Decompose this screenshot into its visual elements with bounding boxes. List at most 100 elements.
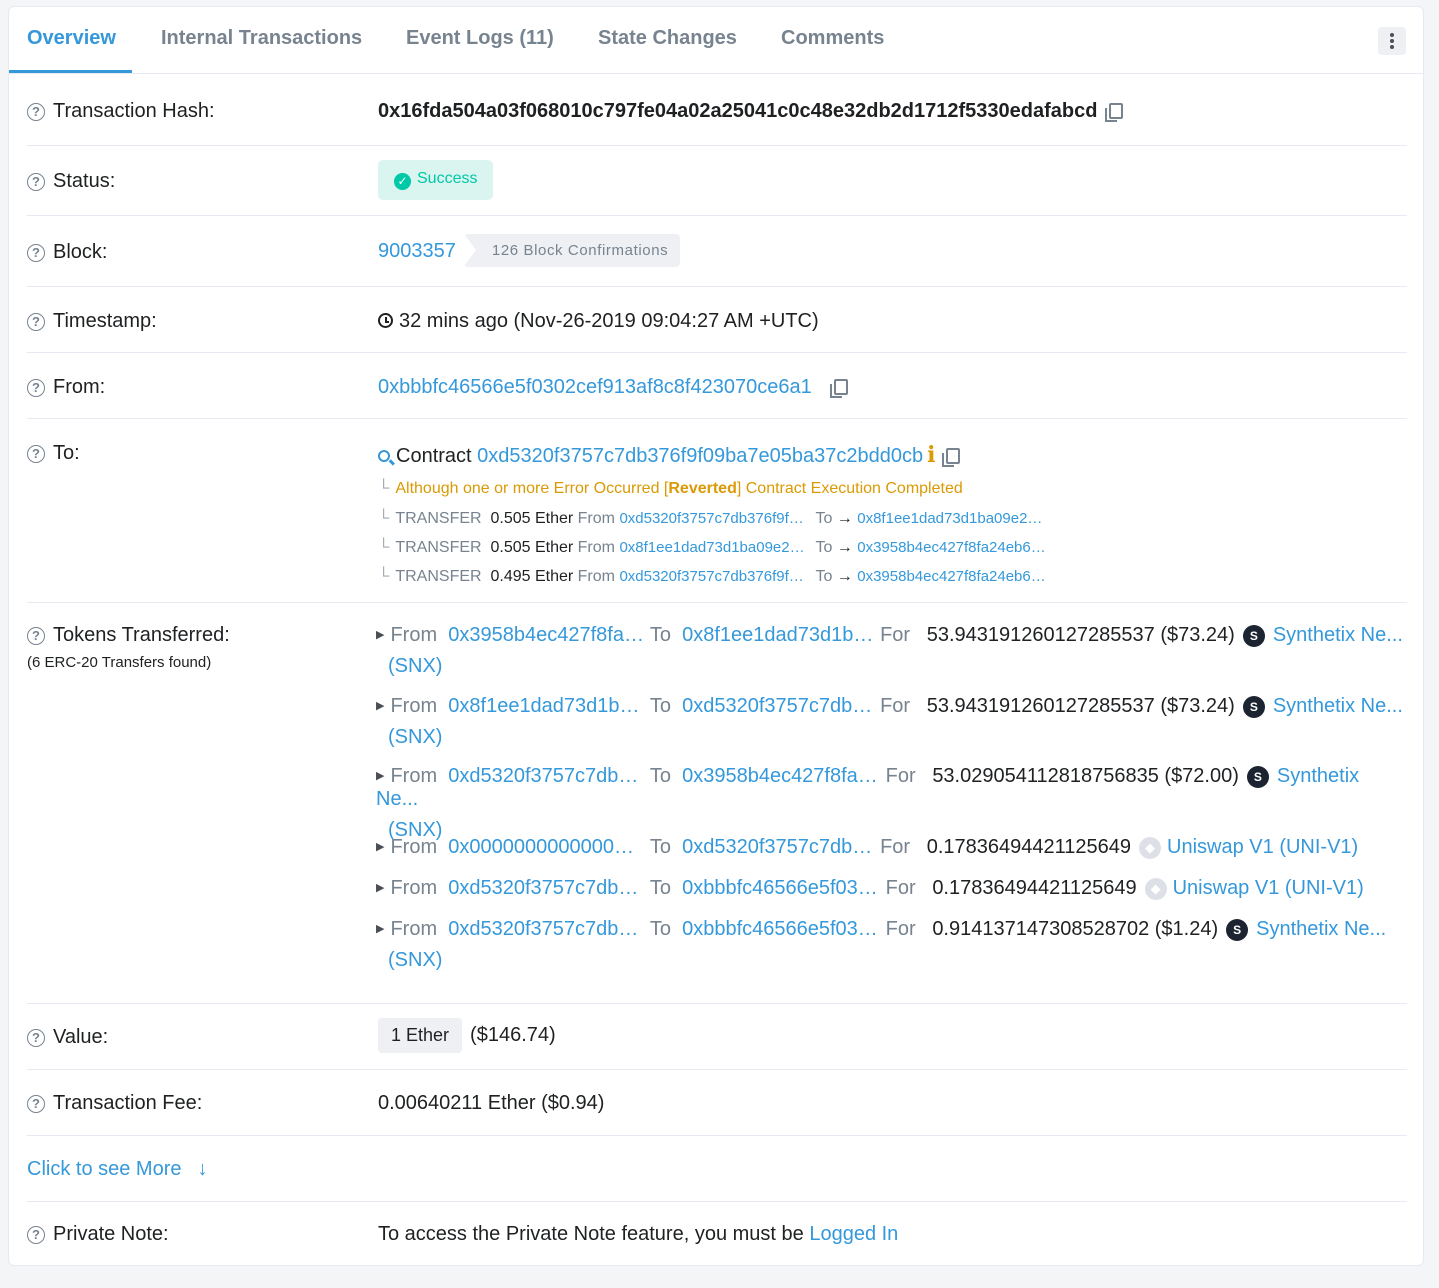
check-circle-icon: ✓ — [394, 173, 411, 190]
block-label: Block: — [53, 241, 108, 263]
help-icon[interactable]: ? — [27, 244, 45, 262]
help-icon[interactable]: ? — [27, 1095, 45, 1113]
arrow-right-icon: → — [836, 539, 853, 556]
token-name-link[interactable]: Uniswap V1 (UNI-V1) — [1173, 877, 1364, 899]
tx-hash-row: ? Transaction Hash: 0x16fda504a03f068010c… — [27, 73, 1407, 146]
tab-internal-transactions[interactable]: Internal Transactions — [161, 27, 362, 50]
contract-address-link[interactable]: 0xd5320f3757c7db376f9f09ba7e05ba37c2bdd0… — [477, 445, 923, 467]
token-transfer-item: ▶ From 0x3958b4ec427f8fa… To 0x8f1ee1dad7… — [376, 624, 1403, 677]
see-more-link[interactable]: Click to see More ↓ — [27, 1158, 208, 1181]
transfer-from-link[interactable]: 0xd5320f3757c7db376f9f… — [619, 568, 815, 585]
tokens-transferred-row: ? Tokens Transferred: (6 ERC-20 Transfers… — [27, 603, 1407, 1004]
tx-hash-label: Transaction Hash: — [53, 100, 215, 122]
see-more-row: Click to see More ↓ — [27, 1136, 1407, 1202]
timestamp-label: Timestamp: — [53, 310, 157, 332]
transfer-to-link[interactable]: 0x3958b4ec427f8fa24eb6… — [857, 539, 1046, 556]
from-label: From: — [53, 376, 106, 398]
value-usd: ($146.74) — [470, 1024, 556, 1046]
help-icon[interactable]: ? — [27, 173, 45, 191]
status-row: ? Status: ✓ Success — [27, 146, 1407, 216]
token-name-link[interactable]: Synthetix Ne... — [1273, 624, 1403, 646]
dot-icon — [1390, 39, 1394, 43]
to-row: ? To: Contract 0xd5320f3757c7db376f9f09ba… — [27, 419, 1407, 603]
status-label: Status: — [53, 170, 116, 192]
contract-prefix: Contract — [396, 445, 472, 467]
token-transfer-item: ▶ From 0xd5320f3757c7db3… To 0xbbbfc46566… — [376, 918, 1387, 971]
internal-transfer-row: └ TRANSFER 0.505 Ether From 0xd5320f3757c… — [378, 510, 1043, 527]
help-icon[interactable]: ? — [27, 379, 45, 397]
token-to-link[interactable]: 0xd5320f3757c7db3… — [682, 695, 880, 718]
ether-value-badge: 1 Ether — [378, 1018, 463, 1053]
from-address-link[interactable]: 0xbbbfc46566e5f0302cef913af8c8f423070ce6… — [378, 376, 812, 398]
transfer-from-link[interactable]: 0xd5320f3757c7db376f9f… — [619, 510, 815, 527]
caret-right-icon: ▶ — [376, 882, 385, 894]
token-to-link[interactable]: 0xbbbfc46566e5f03… — [682, 918, 880, 941]
caret-right-icon: ▶ — [376, 923, 385, 935]
tab-bar: Overview Internal Transactions Event Log… — [9, 7, 1423, 74]
token-name-link[interactable]: Uniswap V1 (UNI-V1) — [1167, 836, 1358, 858]
timestamp-value: 32 mins ago (Nov-26-2019 09:04:27 AM +UT… — [399, 310, 819, 332]
transfer-to-link[interactable]: 0x8f1ee1dad73d1ba09e2… — [857, 510, 1042, 527]
synthetix-token-icon: S — [1226, 919, 1249, 941]
dot-icon — [1390, 45, 1394, 49]
block-number-link[interactable]: 9003357 — [378, 240, 456, 262]
token-name-link[interactable]: Synthetix Ne... — [1256, 918, 1386, 940]
token-to-link[interactable]: 0x3958b4ec427f8fa… — [682, 765, 880, 788]
transfer-to-link[interactable]: 0x3958b4ec427f8fa24eb6… — [857, 568, 1046, 585]
caret-right-icon: ▶ — [376, 770, 385, 782]
private-note-text: To access the Private Note feature, you … — [378, 1223, 810, 1245]
help-icon[interactable]: ? — [27, 627, 45, 645]
to-label: To: — [53, 442, 80, 464]
value-label: Value: — [53, 1026, 109, 1048]
token-symbol-link[interactable]: (SNX) — [388, 949, 442, 971]
token-symbol-link[interactable]: (SNX) — [388, 655, 442, 677]
token-from-link[interactable]: 0xd5320f3757c7db3… — [448, 877, 644, 900]
token-to-link[interactable]: 0x8f1ee1dad73d1ba… — [682, 624, 880, 647]
copy-icon[interactable] — [1105, 103, 1124, 122]
more-options-button[interactable] — [1378, 27, 1406, 55]
search-contract-icon[interactable] — [378, 450, 390, 462]
token-to-link[interactable]: 0xbbbfc46566e5f03… — [682, 877, 880, 900]
token-to-link[interactable]: 0xd5320f3757c7db3… — [682, 836, 880, 859]
tab-state-changes[interactable]: State Changes — [598, 27, 737, 50]
caret-right-icon: ▶ — [376, 700, 385, 712]
token-from-link[interactable]: 0x00000000000000… — [448, 836, 644, 859]
token-from-link[interactable]: 0xd5320f3757c7db3… — [448, 918, 644, 941]
token-from-link[interactable]: 0x3958b4ec427f8fa… — [448, 624, 644, 647]
help-icon[interactable]: ? — [27, 1029, 45, 1047]
help-icon[interactable]: ? — [27, 1226, 45, 1244]
uniswap-token-icon: ◆ — [1144, 878, 1167, 900]
transfer-from-link[interactable]: 0x8f1ee1dad73d1ba09e2… — [619, 539, 815, 556]
dot-icon — [1390, 33, 1394, 37]
fee-label: Transaction Fee: — [53, 1092, 203, 1114]
tokens-label: Tokens Transferred: — [53, 624, 230, 646]
tab-event-logs[interactable]: Event Logs (11) — [406, 27, 554, 50]
arrow-down-icon: ↓ — [197, 1158, 208, 1180]
arrow-right-icon: → — [836, 568, 853, 585]
tab-comments[interactable]: Comments — [781, 27, 884, 50]
help-icon[interactable]: ? — [27, 445, 45, 463]
help-icon[interactable]: ? — [27, 313, 45, 331]
token-from-link[interactable]: 0xd5320f3757c7db3… — [448, 765, 644, 788]
tokens-count: (6 ERC-20 Transfers found) — [27, 654, 212, 671]
arrow-right-icon: → — [836, 510, 853, 527]
tab-overview[interactable]: Overview — [27, 27, 116, 50]
fee-value: 0.00640211 Ether ($0.94) — [378, 1092, 605, 1114]
synthetix-token-icon: S — [1246, 766, 1269, 788]
transaction-card: Overview Internal Transactions Event Log… — [8, 6, 1424, 1266]
internal-transfer-row: └ TRANSFER 0.505 Ether From 0x8f1ee1dad73… — [378, 539, 1046, 556]
token-symbol-link[interactable]: (SNX) — [388, 726, 442, 748]
private-note-row: ? Private Note: To access the Private Not… — [27, 1202, 1407, 1262]
token-from-link[interactable]: 0x8f1ee1dad73d1ba… — [448, 695, 644, 718]
tx-hash-value: 0x16fda504a03f068010c797fe04a02a25041c0c… — [378, 100, 1098, 122]
caret-right-icon: ▶ — [376, 841, 385, 853]
from-row: ? From: 0xbbbfc46566e5f0302cef913af8c8f42… — [27, 353, 1407, 419]
caret-right-icon: ▶ — [376, 629, 385, 641]
synthetix-token-icon: S — [1242, 625, 1265, 647]
copy-icon[interactable] — [941, 448, 960, 467]
info-icon[interactable]: i — [927, 442, 935, 468]
token-name-link[interactable]: Synthetix Ne... — [1273, 695, 1403, 717]
help-icon[interactable]: ? — [27, 103, 45, 121]
copy-icon[interactable] — [829, 379, 848, 398]
login-link[interactable]: Logged In — [809, 1223, 898, 1245]
